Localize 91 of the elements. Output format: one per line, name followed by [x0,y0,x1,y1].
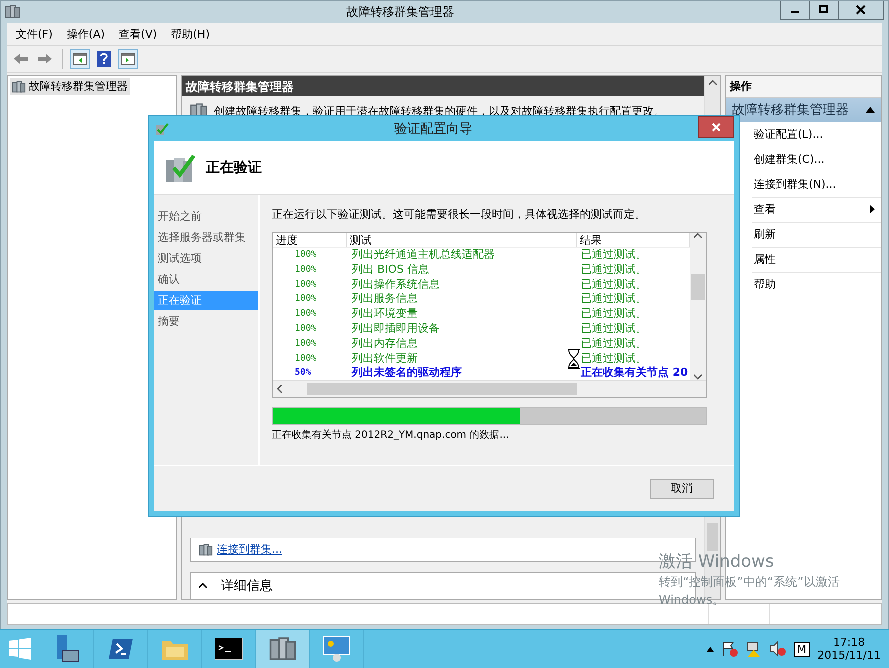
wizard-step: 确认 [154,270,258,289]
table-cell: 列出软件更新 [352,352,418,365]
action-item[interactable]: 创建群集(C)... [752,147,881,172]
close-icon [856,5,866,15]
cancel-button[interactable]: 取消 [650,478,714,498]
dialog-title: 验证配置向导 [394,120,474,138]
action-item[interactable]: 查看 [752,197,881,222]
terminal-prompt-icon [108,638,134,660]
table-cell: 100% [295,294,317,304]
table-cell: 100% [295,280,317,290]
maximize-icon [819,5,829,15]
column-header[interactable]: 测试 [347,233,577,247]
command-prompt-icon [214,638,242,660]
wizard-step: 摘要 [154,312,258,331]
console-tree-icon[interactable] [70,49,90,69]
menu-item[interactable]: 操作(A) [66,26,106,42]
pane-header: 操作 [726,76,881,98]
table-cell: 列出操作系统信息 [352,278,440,291]
table-cell: 正在收集有关节点 20 [581,366,688,380]
table-cell: 100% [295,338,317,349]
wizard-step: 正在验证 [154,291,258,310]
scrollbar-thumb[interactable] [307,383,577,395]
scroll-down-icon[interactable] [694,374,702,380]
monitor-icon [322,636,350,662]
input-method-indicator[interactable]: M [794,642,810,656]
scroll-left-icon[interactable] [277,385,283,393]
table-cell: 列出服务信息 [352,292,418,306]
action-item[interactable]: 刷新 [752,222,881,247]
table-cell: 列出未签名的驱动程序 [352,366,462,380]
table-cell: 50% [295,368,312,378]
tree-item[interactable]: 故障转移群集管理器 [10,78,130,95]
pane-header: 故障转移群集管理器 [182,76,704,96]
action-group-header[interactable]: 故障转移群集管理器 [726,98,881,122]
close-icon [712,122,720,132]
table-cell: 列出内存信息 [352,336,418,350]
wizard-step: 测试选项 [154,249,258,268]
clock[interactable]: 17:18 2015/11/11 [818,636,881,662]
wizard-step: 选择服务器或群集 [154,228,258,247]
app-icon [5,4,21,20]
action-item[interactable]: 验证配置(L)... [752,122,881,147]
tray-arrow-icon[interactable] [707,646,714,652]
scroll-up-icon[interactable] [694,233,702,239]
table-cell: 已通过测试。 [581,248,647,261]
section-title: 详细信息 [221,578,273,595]
table-cell: 已通过测试。 [581,262,647,276]
table-cell: 列出环境变量 [352,307,418,320]
network-icon[interactable] [746,641,762,657]
window-title: 故障转移群集管理器 [346,4,456,20]
menu-item[interactable]: 帮助(H) [171,26,210,42]
page-heading: 正在验证 [206,158,262,176]
start-icon [9,638,31,660]
table-cell: 列出即插即用设备 [352,322,440,335]
column-header[interactable]: 进度 [273,233,347,247]
table-cell: 已通过测试。 [581,352,647,365]
action-item[interactable]: 帮助 [752,272,881,297]
menu-item[interactable]: 文件(F) [16,26,53,42]
wizard-step: 开始之前 [154,207,258,226]
table-cell: 已通过测试。 [581,336,647,350]
cluster-icon [12,80,26,94]
scrollbar-thumb[interactable] [691,274,705,300]
submenu-arrow-icon [870,205,875,214]
volume-icon[interactable] [770,641,786,657]
close-button[interactable] [698,116,734,138]
flag-icon[interactable] [722,641,738,657]
table-cell: 列出 BIOS 信息 [352,262,430,276]
table-cell: 列出光纤通道主机总线适配器 [352,248,495,261]
intro-text: 正在运行以下验证测试。这可能需要很长一段时间，具体视选择的测试而定。 [272,207,647,222]
table-cell: 已通过测试。 [581,322,647,335]
collapse-icon[interactable] [199,583,207,589]
table-cell: 已通过测试。 [581,278,647,291]
table-cell: 100% [295,264,317,275]
action-pane-icon[interactable] [118,49,138,69]
scrollbar-thumb[interactable] [707,523,718,551]
wizard-check-icon [155,122,169,136]
status-text: 正在收集有关节点 2012R2_YM.qnap.com 的数据... [272,428,510,442]
collapse-icon [866,107,875,113]
scroll-up-icon[interactable] [708,80,716,86]
hourglass-cursor-icon [568,349,580,369]
action-item[interactable]: 属性 [752,247,881,272]
cluster-icon [268,635,296,663]
cluster-icon [199,542,213,556]
table-cell: 已通过测试。 [581,307,647,320]
table-cell: 100% [295,354,317,364]
menu-item[interactable]: 查看(V) [119,26,158,42]
link[interactable]: 连接到群集... [217,542,282,557]
table-cell: 100% [295,250,317,260]
help-icon[interactable] [94,49,114,69]
table-cell: 100% [295,324,317,334]
table-cell: 已通过测试。 [581,292,647,306]
table-cell: 100% [295,309,317,320]
action-item[interactable]: 连接到群集(N)... [752,172,881,197]
